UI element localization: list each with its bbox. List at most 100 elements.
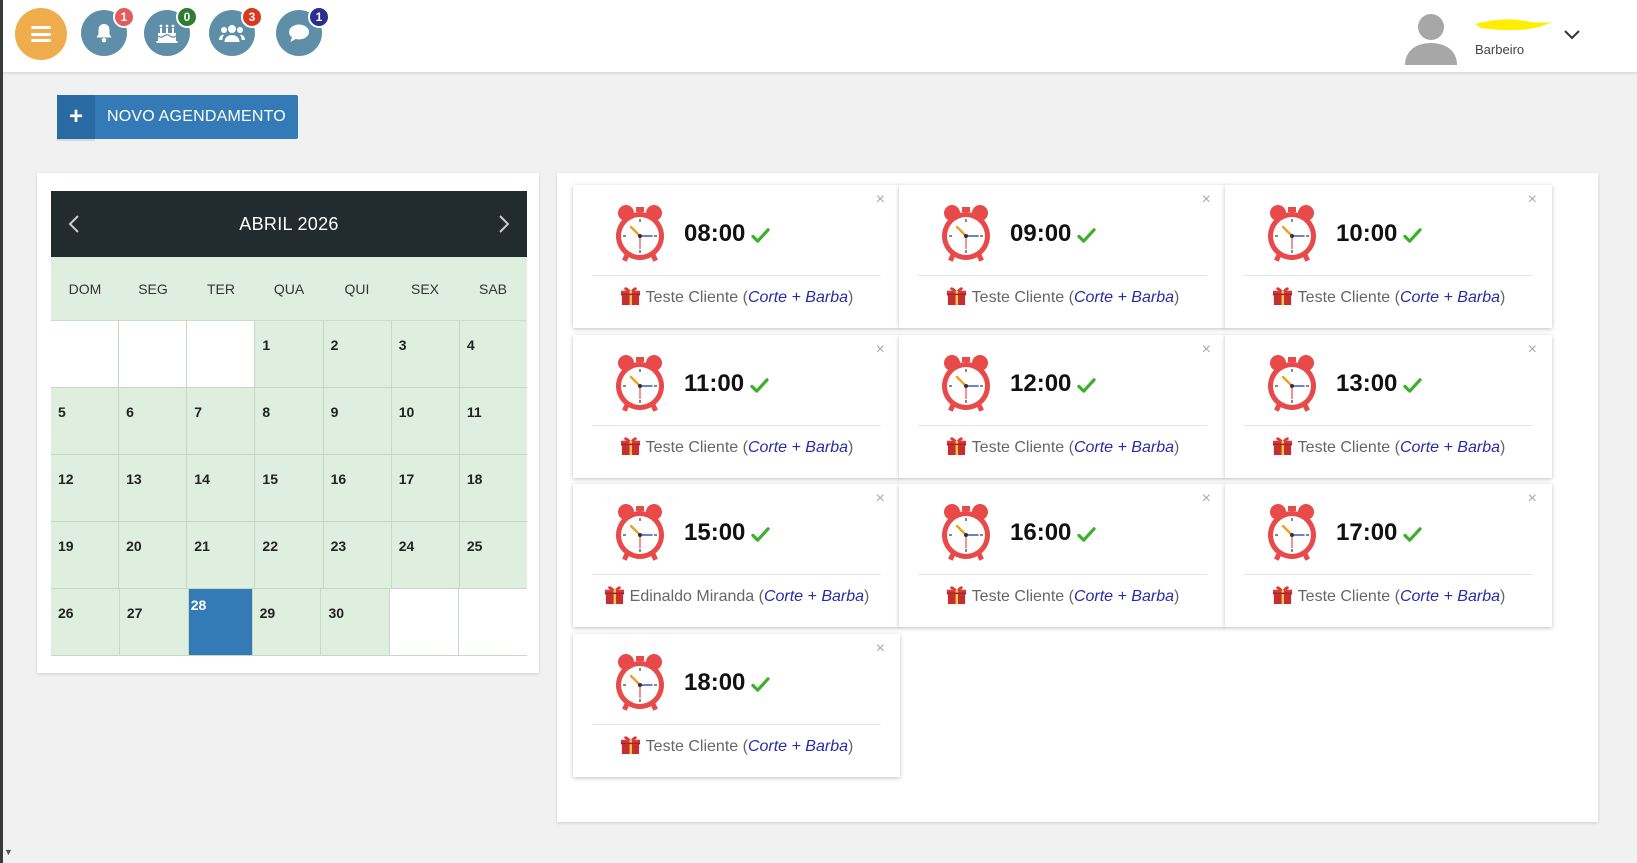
calendar-week-row: 19 20 21 22 23 24 25 xyxy=(51,522,527,589)
calendar-grid: DOM SEG TER QUA QUI SEX SAB 1 2 3 4 5 6 7 8 9 10 11 12 13 1… xyxy=(51,257,528,656)
calendar-day[interactable]: 20 xyxy=(119,522,188,589)
notification-count-badge: 1 xyxy=(113,6,135,28)
gift-icon xyxy=(946,435,967,461)
menu-button[interactable] xyxy=(15,8,67,60)
close-icon[interactable]: × xyxy=(876,341,885,359)
check-icon xyxy=(751,526,770,548)
calendar-day[interactable]: 19 xyxy=(51,522,120,589)
redacted-name-scribble xyxy=(1475,19,1553,31)
calendar-day[interactable]: 30 xyxy=(321,589,391,656)
calendar-day[interactable]: 10 xyxy=(391,388,460,455)
calendar-day[interactable]: 15 xyxy=(255,455,324,522)
scroll-down-arrow[interactable]: ▼ xyxy=(4,847,13,857)
weekday-label: QUI xyxy=(344,280,370,297)
close-icon[interactable]: × xyxy=(876,490,885,508)
close-icon[interactable]: × xyxy=(1528,191,1537,209)
appointment-card[interactable]: × 10:00 Teste Cliente (Corte + Barba) xyxy=(1225,185,1552,328)
calendar-day[interactable]: 23 xyxy=(323,522,392,589)
users-icon xyxy=(219,25,245,42)
calendar-day[interactable]: 28 xyxy=(188,589,253,656)
calendar-day[interactable]: 13 xyxy=(119,455,188,522)
appointment-card[interactable]: × 09:00 Teste Cliente (Corte + Barba) xyxy=(899,185,1226,328)
appointment-client-line: Teste Cliente (Corte + Barba) xyxy=(1225,285,1552,311)
appointment-card[interactable]: × 11:00 Teste Cliente (Corte + Barba) xyxy=(573,335,900,478)
client-line-close-paren: ) xyxy=(1174,439,1180,456)
birthdays-button[interactable]: 0 xyxy=(144,6,198,56)
calendar-day[interactable]: 1 xyxy=(255,321,324,388)
close-icon[interactable]: × xyxy=(1528,490,1537,508)
appointment-card[interactable]: × 17:00 Teste Cliente (Corte + Barba) xyxy=(1225,484,1552,627)
alarm-clock-icon xyxy=(614,503,666,561)
appointment-card[interactable]: × 18:00 Teste Cliente (Corte + Barba) xyxy=(573,634,900,777)
alarm-clock-icon xyxy=(614,354,666,412)
calendar-day[interactable]: 4 xyxy=(459,321,527,388)
client-name: Teste Cliente ( xyxy=(1297,439,1400,456)
close-icon[interactable]: × xyxy=(1202,490,1211,508)
check-icon xyxy=(751,227,770,249)
gift-icon xyxy=(620,435,641,461)
service-name: Corte + Barba xyxy=(747,738,848,755)
appointment-card[interactable]: × 12:00 Teste Cliente (Corte + Barba) xyxy=(899,335,1226,478)
appointment-time: 09:00 xyxy=(1010,220,1072,247)
client-name: Edinaldo Miranda ( xyxy=(629,588,764,605)
calendar-week-row: 12 13 14 15 16 17 18 xyxy=(51,455,527,522)
calendar-day[interactable]: 29 xyxy=(252,589,322,656)
calendar-day[interactable]: 21 xyxy=(187,522,256,589)
appointment-time: 13:00 xyxy=(1336,370,1398,397)
new-appointment-button[interactable]: + NOVO AGENDAMENTO xyxy=(57,95,298,141)
calendar-day[interactable]: 16 xyxy=(323,455,392,522)
calendar-day[interactable]: 26 xyxy=(51,589,120,656)
gift-icon xyxy=(946,584,967,610)
appointment-card[interactable]: × 08:00 Teste Cliente (Corte + Barba) xyxy=(573,185,900,328)
divider xyxy=(592,425,881,426)
calendar-day[interactable]: 27 xyxy=(119,589,189,656)
chevron-down-icon[interactable] xyxy=(1563,29,1581,41)
notifications-button[interactable]: 1 xyxy=(81,6,135,56)
close-icon[interactable]: × xyxy=(1528,341,1537,359)
new-appointment-label: NOVO AGENDAMENTO xyxy=(107,108,286,125)
appointment-time: 15:00 xyxy=(684,519,746,546)
client-name: Teste Cliente ( xyxy=(971,588,1074,605)
calendar-day[interactable]: 8 xyxy=(255,388,324,455)
service-name: Corte + Barba xyxy=(1399,289,1500,306)
weekday-label: TER xyxy=(207,280,235,297)
clients-count-badge: 3 xyxy=(241,6,263,28)
prev-month-button[interactable] xyxy=(51,191,97,257)
calendar-card: ABRIL 2026 DOM SEG TER QUA QUI SEX SAB 1234567… xyxy=(37,173,539,673)
weekday-label: QUA xyxy=(273,280,305,297)
calendar-day[interactable]: 9 xyxy=(323,388,392,455)
check-icon xyxy=(1077,227,1096,249)
calendar-day[interactable]: 22 xyxy=(255,522,324,589)
appointment-card[interactable]: × 13:00 Teste Cliente (Corte + Barba) xyxy=(1225,335,1552,478)
calendar-day[interactable]: 6 xyxy=(119,388,188,455)
service-name: Corte + Barba xyxy=(747,289,848,306)
appointment-card[interactable]: × 15:00 Edinaldo Miranda (Corte + Barba) xyxy=(573,484,900,627)
gift-icon xyxy=(1272,285,1293,311)
next-month-button[interactable] xyxy=(481,191,527,257)
client-name: Teste Cliente ( xyxy=(645,289,748,306)
check-icon xyxy=(1077,377,1096,399)
clients-button[interactable]: 3 xyxy=(209,6,263,56)
calendar-day[interactable]: 17 xyxy=(391,455,460,522)
calendar-day[interactable]: 24 xyxy=(391,522,460,589)
close-icon[interactable]: × xyxy=(1202,191,1211,209)
messages-button[interactable]: 1 xyxy=(276,6,330,56)
user-menu[interactable]: Barbeiro xyxy=(1403,5,1581,65)
close-icon[interactable]: × xyxy=(876,191,885,209)
calendar-day[interactable]: 7 xyxy=(187,388,256,455)
weekday-header-row: DOM SEG TER QUA QUI SEX SAB xyxy=(51,257,527,321)
weekday-label: SEX xyxy=(410,280,439,297)
calendar-day[interactable]: 18 xyxy=(459,455,527,522)
calendar-day[interactable]: 12 xyxy=(51,455,120,522)
calendar-day[interactable]: 5 xyxy=(51,388,120,455)
close-icon[interactable]: × xyxy=(876,640,885,658)
appointment-time: 12:00 xyxy=(1010,370,1072,397)
appointment-card[interactable]: × 16:00 Teste Cliente (Corte + Barba) xyxy=(899,484,1226,627)
calendar-day[interactable]: 14 xyxy=(187,455,256,522)
service-name: Corte + Barba xyxy=(1399,588,1500,605)
calendar-day[interactable]: 25 xyxy=(459,522,527,589)
calendar-day[interactable]: 3 xyxy=(391,321,460,388)
calendar-day[interactable]: 2 xyxy=(323,321,392,388)
close-icon[interactable]: × xyxy=(1202,341,1211,359)
calendar-day[interactable]: 11 xyxy=(459,388,527,455)
